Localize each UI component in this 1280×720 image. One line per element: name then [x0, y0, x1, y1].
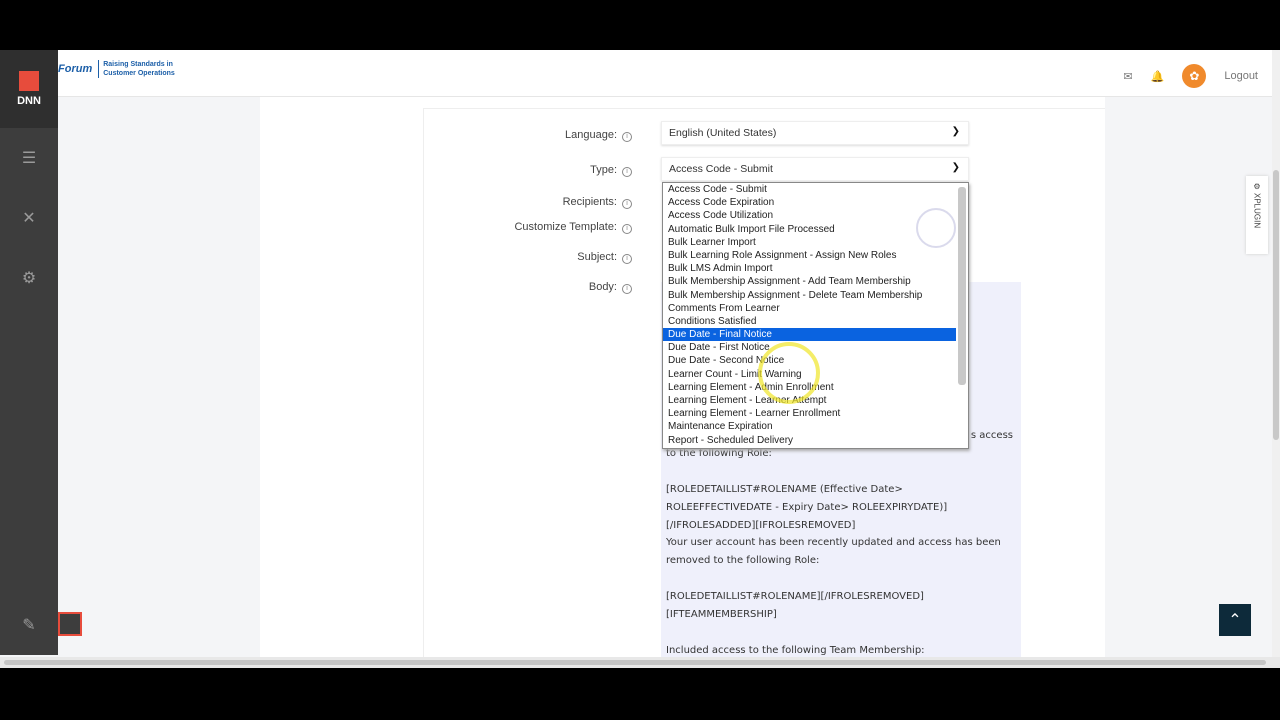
dnn-logo[interactable]: DNN [0, 50, 58, 128]
brand-tagline: Raising Standards in Customer Operations [98, 60, 175, 78]
dropdown-option[interactable]: Bulk LMS Admin Import [663, 262, 956, 275]
dnn-logo-text: DNN [17, 95, 41, 107]
language-label: Language: i [565, 129, 632, 142]
horizontal-scrollbar[interactable] [0, 657, 1280, 668]
dropdown-scrollbar[interactable] [958, 187, 966, 385]
dropdown-option[interactable]: Automatic Bulk Import File Processed [663, 223, 956, 236]
body-text-line: Your user account has been recently upda… [666, 537, 1001, 549]
dropdown-option[interactable]: Learning Element - Learner Enrollment [663, 407, 956, 420]
customize-template-label: Customize Template: i [514, 221, 632, 234]
recipients-label: Recipients: i [563, 196, 632, 209]
body-text-line: Included access to the following Team Me… [666, 644, 925, 656]
dropdown-option[interactable]: Bulk Learning Role Assignment - Assign N… [663, 249, 956, 262]
dropdown-option[interactable]: Learning Element - Learner Attempt [663, 394, 956, 407]
chevron-down-icon: ❯ [951, 126, 960, 137]
language-select[interactable]: English (United States) ❯ [661, 121, 969, 145]
sidebar: DNN ☰ ✕ ⚙ ✎ [0, 50, 58, 655]
dropdown-option[interactable]: Conditions Satisfied [663, 315, 956, 328]
body-text-line: to the following Role: [666, 447, 772, 459]
edit-pencil-icon[interactable]: ✎ [0, 595, 58, 655]
avatar[interactable]: ✿ [1182, 64, 1207, 88]
dropdown-option[interactable]: Due Date - Second Notice [663, 354, 956, 367]
content-icon[interactable]: ☰ [0, 128, 58, 188]
dnn-logo-icon [19, 71, 39, 91]
info-icon[interactable]: i [622, 132, 632, 142]
dropdown-option[interactable]: Maintenance Expiration [663, 420, 956, 433]
dropdown-option[interactable]: Learning Element - Admin Enrollment [663, 381, 956, 394]
dropdown-option[interactable]: Report - Scheduled Delivery [663, 434, 956, 447]
dropdown-option[interactable]: Access Code - Submit [663, 183, 956, 196]
logout-link[interactable]: Logout [1224, 70, 1258, 82]
body-text-line: [IFTEAMMEMBERSHIP] [666, 609, 777, 620]
dropdown-option[interactable]: Due Date - Final Notice [663, 328, 956, 342]
xplugin-tab[interactable]: ⚙ XPLUGIN [1246, 176, 1268, 254]
body-text-line: s access [970, 430, 1013, 441]
settings-icon[interactable]: ⚙ [0, 248, 58, 308]
header: Forum Raising Standards in Customer Opera… [58, 50, 1280, 97]
type-select[interactable]: Access Code - Submit ❯ [661, 157, 969, 181]
info-icon[interactable]: i [622, 199, 632, 209]
tools-icon[interactable]: ✕ [0, 188, 58, 248]
app: DNN ☰ ✕ ⚙ ✎ Forum Raising Standards in Cu… [0, 50, 1280, 668]
scroll-to-top-button[interactable]: ⌃ [1219, 604, 1251, 636]
dropdown-option[interactable]: Bulk Membership Assignment - Add Team Me… [663, 275, 956, 288]
loading-spinner [916, 208, 956, 248]
dropdown-option[interactable]: Due Date - First Notice [663, 341, 956, 354]
subject-label: Subject: i [577, 251, 632, 264]
body-text-line: removed to the following Role: [666, 555, 820, 567]
body-text-line: [/IFROLESADDED][IFROLESREMOVED] [666, 519, 856, 531]
info-icon[interactable]: i [622, 284, 632, 294]
bell-icon[interactable]: 🔔 [1151, 70, 1165, 83]
info-icon[interactable]: i [622, 167, 632, 177]
body-text-line: [ROLEDETAILLIST#ROLENAME (Effective Date… [666, 483, 903, 495]
brand-name: Forum [58, 63, 93, 75]
site-logo[interactable]: Forum Raising Standards in Customer Opera… [58, 60, 175, 78]
mail-icon[interactable]: ✉ [1123, 70, 1132, 83]
dropdown-option[interactable]: Comments From Learner [663, 302, 956, 315]
chevron-down-icon: ❯ [951, 162, 960, 173]
dropdown-option[interactable]: Access Code Expiration [663, 196, 956, 209]
body-text-line: ROLEEFFECTIVEDATE - Expiry Date> ROLEEXP… [666, 501, 948, 513]
gear-icon: ⚙ [1252, 182, 1262, 191]
type-label: Type: i [590, 164, 632, 177]
dropdown-option[interactable]: Access Code Utilization [663, 209, 956, 222]
body-label: Body: i [589, 281, 632, 294]
vertical-scrollbar[interactable] [1272, 50, 1280, 657]
info-icon[interactable]: i [622, 224, 632, 234]
body-text-line: [ROLEDETAILLIST#ROLENAME][/IFROLESREMOVE… [666, 591, 924, 603]
dropdown-option[interactable]: Learner Count - Limit Warning [663, 368, 956, 381]
dropdown-option[interactable]: Bulk Membership Assignment - Delete Team… [663, 289, 956, 302]
info-icon[interactable]: i [622, 254, 632, 264]
dropdown-option[interactable]: Bulk Learner Import [663, 236, 956, 249]
dnn-small-logo[interactable] [58, 612, 82, 636]
